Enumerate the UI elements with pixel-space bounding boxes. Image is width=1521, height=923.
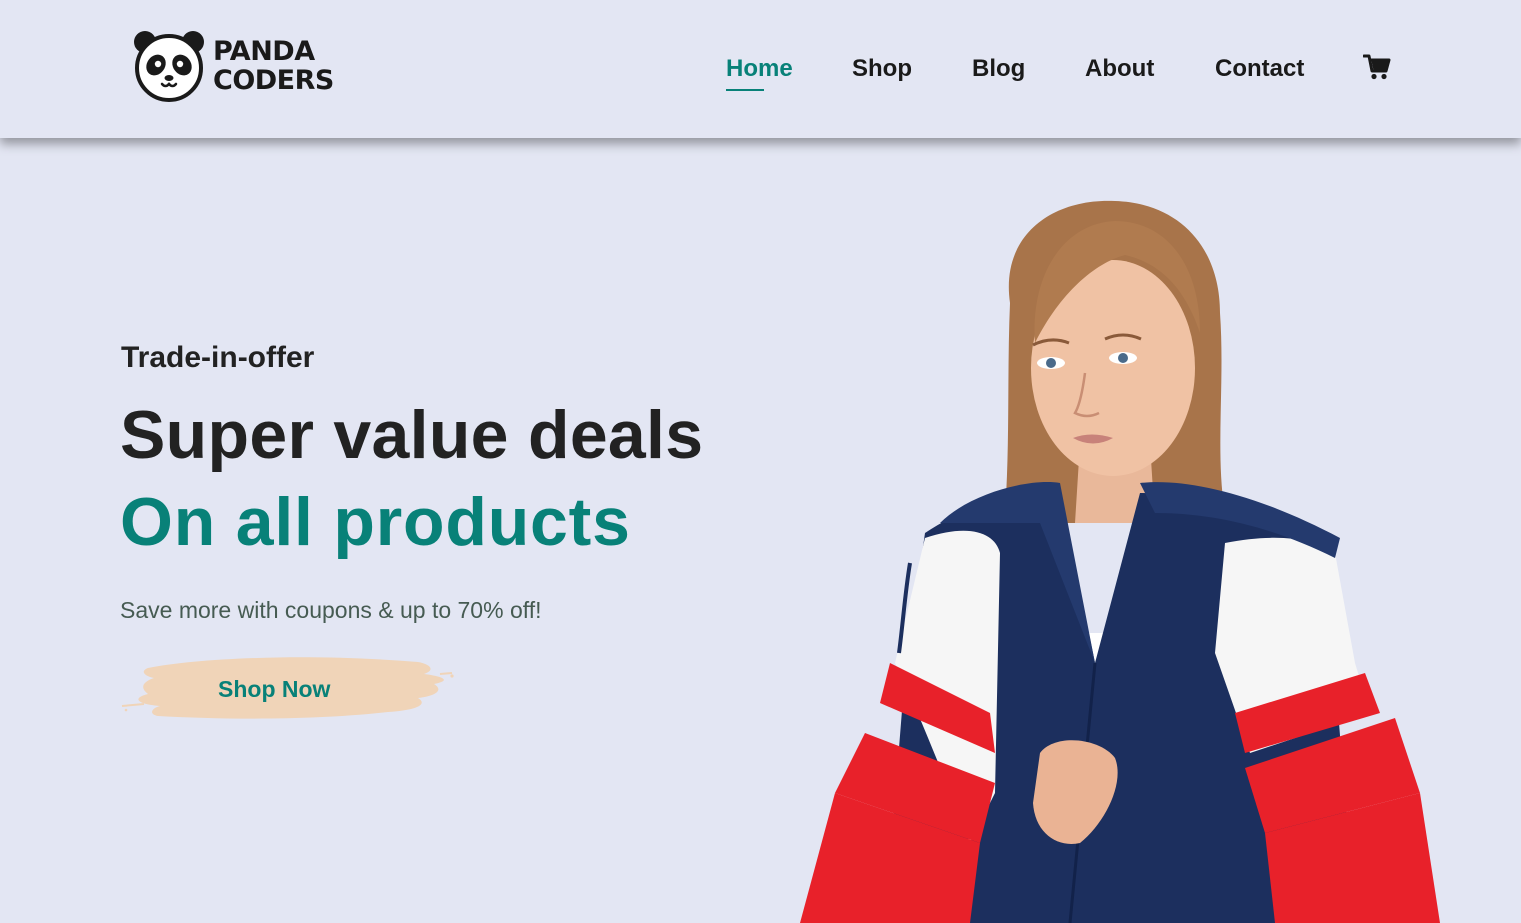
brand-line-1: PANDA (213, 36, 315, 67)
nav-link-contact[interactable]: Contact (1215, 55, 1304, 83)
hero-model-image (800, 200, 1440, 923)
nav-link-home[interactable]: Home (726, 55, 793, 91)
cart-button[interactable] (1362, 53, 1391, 81)
hero-eyebrow: Trade-in-offer (121, 341, 315, 374)
brand-logo[interactable]: PANDA CODERS (131, 28, 334, 104)
hero-headline: Super value deals (120, 397, 704, 473)
brand-wordmark: PANDA CODERS (213, 37, 334, 95)
brand-line-2: CODERS (213, 65, 334, 96)
hero-subtext: Save more with coupons & up to 70% off! (120, 597, 542, 623)
nav-link-blog[interactable]: Blog (972, 55, 1025, 83)
nav-link-about[interactable]: About (1085, 55, 1154, 83)
shopping-cart-icon (1362, 54, 1391, 80)
hero-section: Trade-in-offer Super value deals On all … (0, 138, 1521, 923)
nav-link-shop[interactable]: Shop (852, 55, 912, 83)
shop-now-button[interactable]: Shop Now (118, 648, 458, 730)
site-header: PANDA CODERS Home Shop Blog About Contac… (0, 0, 1521, 138)
shop-now-label: Shop Now (218, 676, 331, 702)
panda-face-icon (134, 31, 204, 102)
hero-headline-accent: On all products (120, 484, 631, 560)
